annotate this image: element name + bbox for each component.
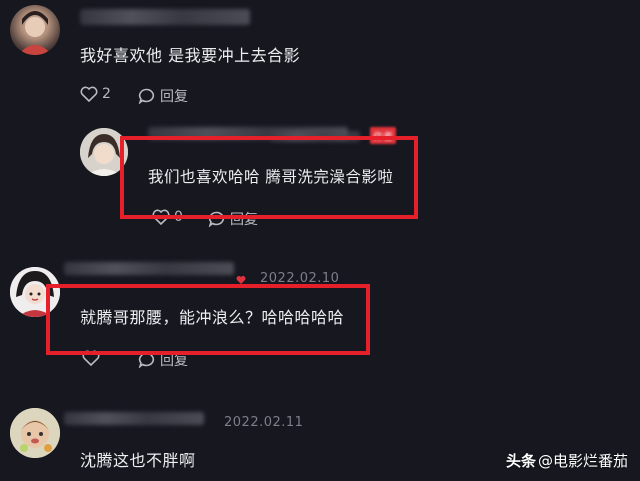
watermark-brand: 头条 (505, 452, 536, 470)
username-blurred-4[interactable] (64, 412, 204, 425)
highlight-box-2 (120, 136, 418, 219)
watermark-handle: @电影烂番茄 (537, 452, 628, 470)
like-button-1[interactable]: 2 (80, 86, 111, 102)
red-heart-icon (236, 270, 246, 284)
highlight-box-3 (46, 284, 370, 355)
reply-label-1: 回复 (160, 89, 188, 105)
comment-1-text: 我好喜欢他 是我要冲上去合影 (80, 46, 301, 65)
comment-4-text: 沈腾这也不胖啊 (80, 451, 196, 470)
avatar-4-image (10, 408, 60, 458)
reply-button-1[interactable]: 回复 (138, 86, 188, 106)
avatar-user-1[interactable] (10, 5, 60, 55)
comment-4-date: 2022.02.11 (224, 415, 304, 430)
username-blurred-3[interactable] (64, 262, 234, 275)
username-blurred-1[interactable] (80, 9, 250, 25)
watermark: 头条 @电影烂番茄 (506, 450, 628, 471)
speech-bubble-icon (138, 88, 155, 104)
like-count-1: 2 (102, 86, 111, 102)
heart-icon (80, 86, 98, 102)
avatar-1-image (18, 11, 52, 55)
avatar-user-4[interactable] (10, 408, 60, 458)
